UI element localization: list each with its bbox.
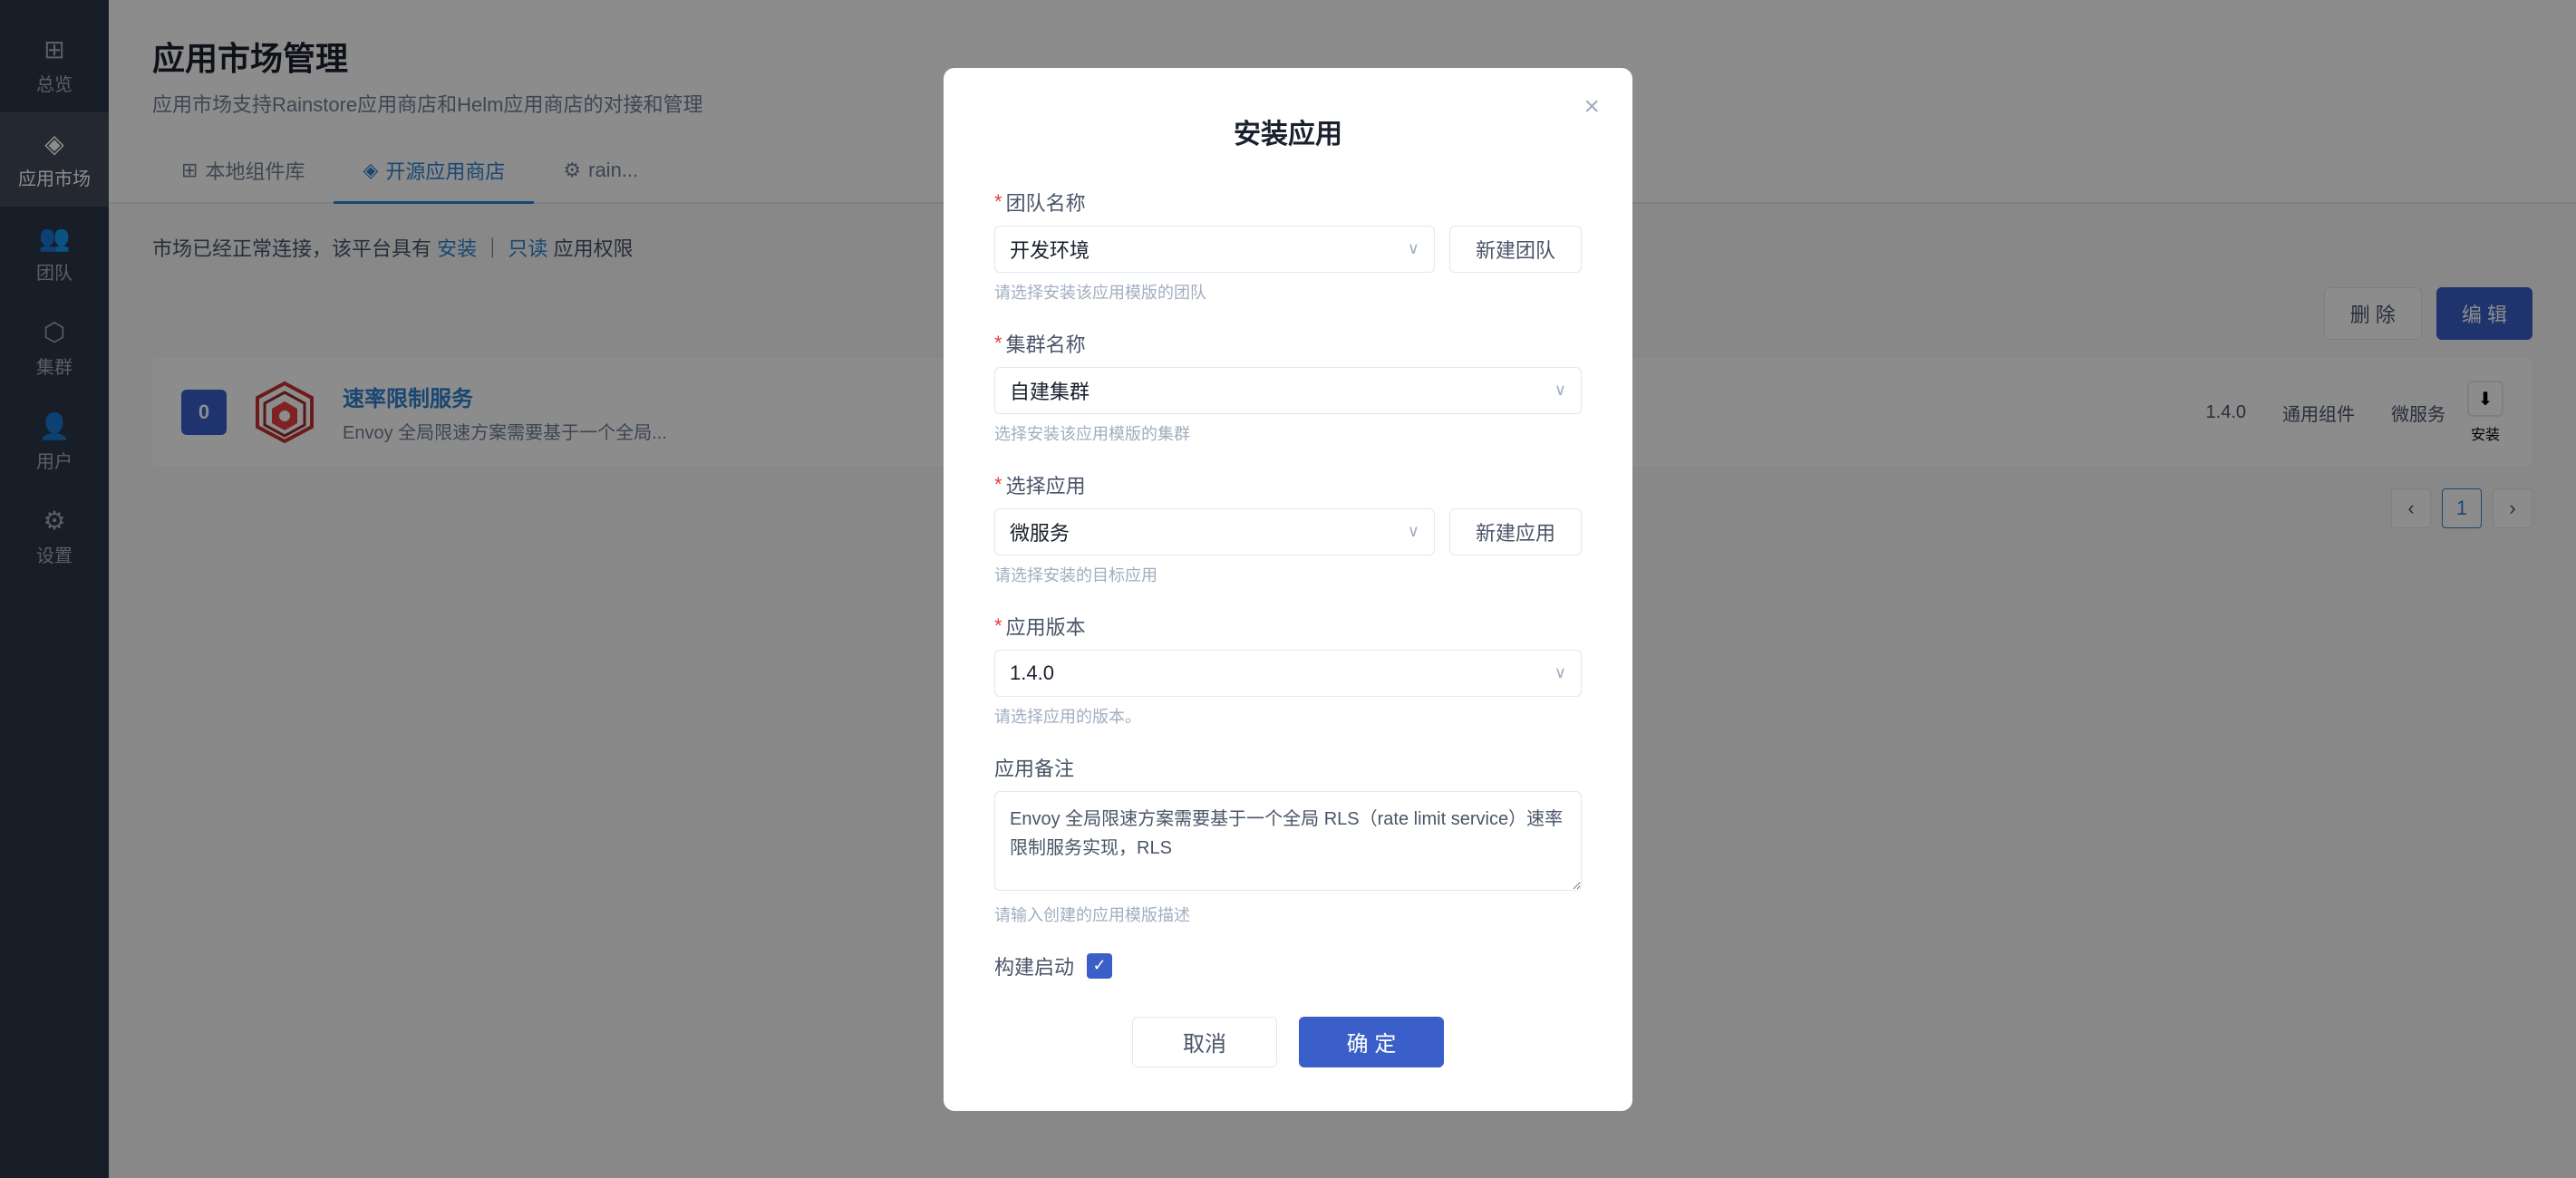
required-marker-app: * [994, 473, 1002, 497]
cluster-name-select[interactable]: 自建集群 ∨ [994, 367, 1582, 414]
modal-footer: 取消 确 定 [994, 1017, 1582, 1067]
modal-close-button[interactable]: × [1583, 93, 1600, 121]
team-name-row: 开发环境 ∨ 新建团队 [994, 226, 1582, 273]
version-chevron: ∨ [1554, 663, 1566, 682]
app-select-value: 微服务 [1010, 517, 1070, 546]
cluster-name-row: 自建集群 ∨ [994, 367, 1582, 414]
install-modal: 安装应用 × * 团队名称 开发环境 ∨ 新建团队 请选择安装该应用模版的团队 … [944, 68, 1632, 1111]
team-name-label: * 团队名称 [994, 188, 1582, 217]
select-app-hint: 请选择安装的目标应用 [994, 563, 1582, 586]
team-name-label-text: 团队名称 [1006, 188, 1086, 217]
new-team-button[interactable]: 新建团队 [1449, 226, 1582, 273]
form-group-team: * 团队名称 开发环境 ∨ 新建团队 请选择安装该应用模版的团队 [994, 188, 1582, 304]
form-group-version: * 应用版本 1.4.0 ∨ 请选择应用的版本。 [994, 612, 1582, 728]
confirm-button[interactable]: 确 定 [1299, 1017, 1444, 1067]
notes-textarea[interactable] [994, 791, 1582, 891]
form-group-notes: 应用备注 请输入创建的应用模版描述 [994, 753, 1582, 926]
cluster-select-chevron: ∨ [1554, 381, 1566, 400]
team-name-hint: 请选择安装该应用模版的团队 [994, 280, 1582, 304]
version-value: 1.4.0 [1010, 661, 1054, 685]
select-app-row: 微服务 ∨ 新建应用 [994, 508, 1582, 555]
team-name-value: 开发环境 [1010, 235, 1089, 264]
cancel-button[interactable]: 取消 [1132, 1017, 1277, 1067]
cluster-name-label: * 集群名称 [994, 329, 1582, 358]
version-label: * 应用版本 [994, 612, 1582, 641]
team-select-chevron: ∨ [1408, 239, 1419, 258]
form-group-select-app: * 选择应用 微服务 ∨ 新建应用 请选择安装的目标应用 [994, 470, 1582, 586]
notes-label-text: 应用备注 [994, 753, 1074, 782]
select-app-label-text: 选择应用 [1006, 470, 1086, 499]
select-app-label: * 选择应用 [994, 470, 1582, 499]
build-start-row: 构建启动 ✓ [994, 951, 1582, 980]
required-marker-team: * [994, 190, 1002, 214]
cluster-name-hint: 选择安装该应用模版的集群 [994, 421, 1582, 445]
app-select-chevron: ∨ [1408, 522, 1419, 541]
version-row: 1.4.0 ∨ [994, 650, 1582, 697]
build-start-label: 构建启动 [994, 951, 1074, 980]
version-select[interactable]: 1.4.0 ∨ [994, 650, 1582, 697]
version-label-text: 应用版本 [1006, 612, 1086, 641]
app-select[interactable]: 微服务 ∨ [994, 508, 1435, 555]
cluster-name-label-text: 集群名称 [1006, 329, 1086, 358]
modal-title: 安装应用 [994, 111, 1582, 151]
required-marker-cluster: * [994, 332, 1002, 355]
version-hint: 请选择应用的版本。 [994, 704, 1582, 728]
notes-hint: 请输入创建的应用模版描述 [994, 903, 1582, 926]
build-start-checkbox[interactable]: ✓ [1087, 953, 1112, 979]
form-group-cluster: * 集群名称 自建集群 ∨ 选择安装该应用模版的集群 [994, 329, 1582, 445]
notes-label: 应用备注 [994, 753, 1582, 782]
team-name-select[interactable]: 开发环境 ∨ [994, 226, 1435, 273]
modal-overlay: 安装应用 × * 团队名称 开发环境 ∨ 新建团队 请选择安装该应用模版的团队 … [0, 0, 2576, 1178]
cluster-name-value: 自建集群 [1010, 376, 1089, 405]
required-marker-version: * [994, 614, 1002, 638]
new-app-button[interactable]: 新建应用 [1449, 508, 1582, 555]
